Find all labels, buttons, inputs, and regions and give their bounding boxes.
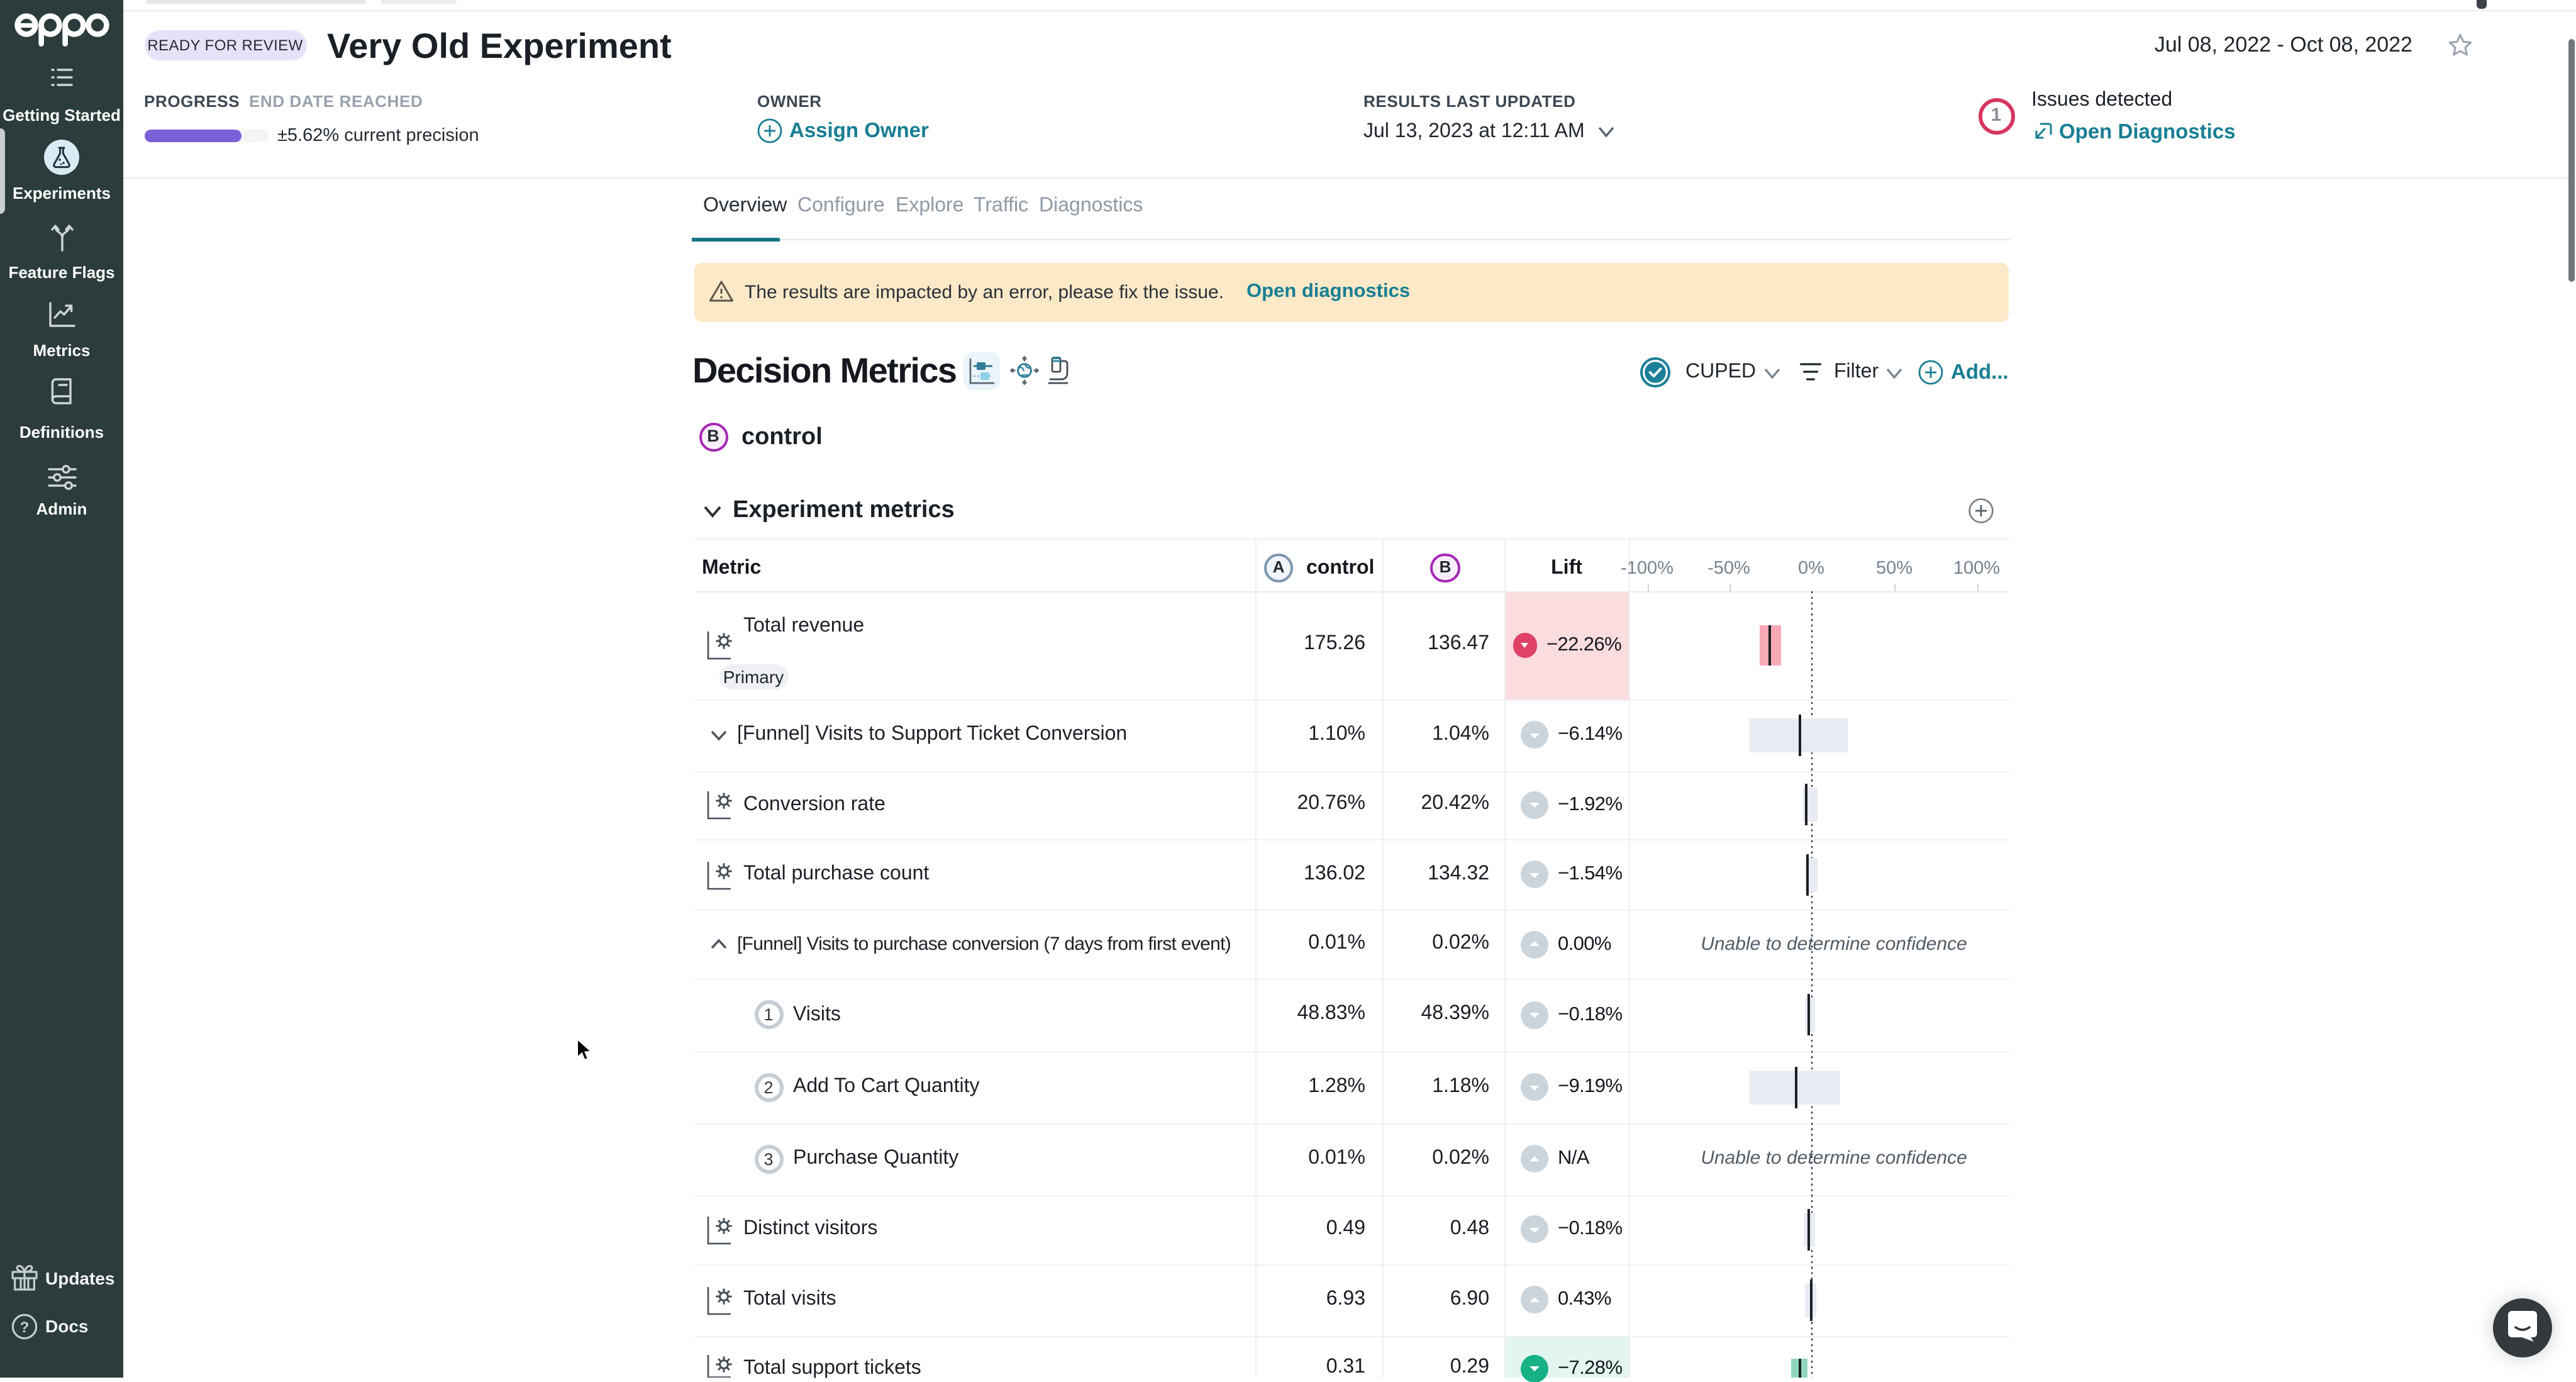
svg-text:?: ? bbox=[20, 1319, 30, 1336]
